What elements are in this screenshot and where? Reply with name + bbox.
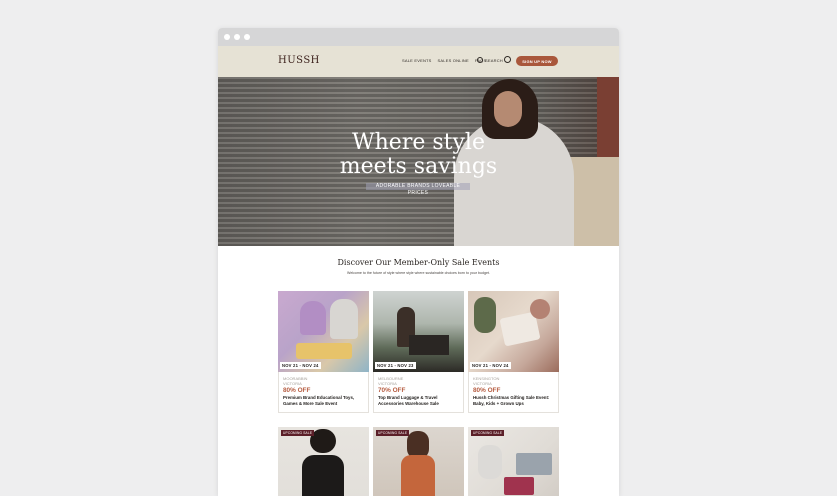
site-header: HUSSH SALE EVENTS SALES ONLINE FAQS SEAR… xyxy=(218,46,619,77)
event-image: NOV 21 - NOV 23 xyxy=(373,291,464,372)
upcoming-card[interactable]: UPCOMING SALE xyxy=(278,427,369,496)
event-image: NOV 21 - NOV 24 xyxy=(278,291,369,372)
account-icon[interactable] xyxy=(504,56,511,63)
hero-image-face xyxy=(494,91,522,127)
logo[interactable]: HUSSH xyxy=(278,55,320,66)
window-dot-icon[interactable] xyxy=(224,34,230,40)
hero-title-line: Where style xyxy=(352,130,485,155)
event-details: MOORABBIN VICTORIA 80% OFF Premium Brand… xyxy=(278,372,369,413)
nav-link-sale-events[interactable]: SALE EVENTS xyxy=(402,58,432,63)
event-image-child xyxy=(300,301,326,335)
search-button[interactable]: SEARCH xyxy=(477,57,503,63)
event-discount: 80% OFF xyxy=(283,387,311,394)
event-state: VICTORIA xyxy=(283,381,302,386)
event-image-table xyxy=(409,335,449,355)
search-label: SEARCH xyxy=(485,57,503,63)
upcoming-badge: UPCOMING SALE xyxy=(281,430,315,436)
section-title: Discover Our Member-Only Sale Events xyxy=(337,258,500,267)
event-image: NOV 21 - NOV 24 xyxy=(468,291,559,372)
event-discount: 70% OFF xyxy=(378,387,406,394)
event-card[interactable]: NOV 21 - NOV 24 KENSINGTON VICTORIA 80% … xyxy=(468,291,559,413)
event-date: NOV 21 - NOV 24 xyxy=(470,362,511,369)
search-icon xyxy=(477,57,483,63)
event-card[interactable]: NOV 21 - NOV 23 MELBOURNE VICTORIA 70% O… xyxy=(373,291,464,413)
event-state: VICTORIA xyxy=(473,381,492,386)
nav-link-sales-online[interactable]: SALES ONLINE xyxy=(438,58,469,63)
hero-banner: Where style meets savings ADORABLE BRAND… xyxy=(218,77,619,246)
event-description: Premium Brand Educational Toys, Games & … xyxy=(283,395,355,406)
upcoming-card[interactable]: UPCOMING SALE xyxy=(468,427,559,496)
event-date: NOV 21 - NOV 24 xyxy=(280,362,321,369)
upcoming-badge: UPCOMING SALE xyxy=(471,430,505,436)
upcoming-badge: UPCOMING SALE xyxy=(376,430,410,436)
upcoming-image: UPCOMING SALE xyxy=(278,427,369,496)
upcoming-image-tshirt xyxy=(302,455,344,496)
event-image-board-game xyxy=(296,343,352,359)
event-state: VICTORIA xyxy=(378,381,397,386)
event-description: Top Brand Luggage & Travel Accessories W… xyxy=(378,395,439,406)
hero-title-line: meets savings xyxy=(339,154,498,179)
upcoming-image-bag xyxy=(504,477,534,495)
event-image-greenery xyxy=(474,297,496,333)
window-dot-icon[interactable] xyxy=(244,34,250,40)
window-chrome xyxy=(218,28,619,46)
event-discount: 80% OFF xyxy=(473,387,501,394)
upcoming-card[interactable]: UPCOMING SALE xyxy=(373,427,464,496)
hero-subtitle: ADORABLE BRANDS LOVEABLE PRICES xyxy=(366,183,470,196)
upcoming-image: UPCOMING SALE xyxy=(373,427,464,496)
event-card[interactable]: NOV 21 - NOV 24 MOORABBIN VICTORIA 80% O… xyxy=(278,291,369,413)
hero-title: Where style meets savings xyxy=(218,131,619,179)
event-details: KENSINGTON VICTORIA 80% OFF Hussh Christ… xyxy=(468,372,559,413)
upcoming-image-person xyxy=(478,445,502,479)
event-image-adult xyxy=(330,299,358,339)
event-date: NOV 21 - NOV 23 xyxy=(375,362,416,369)
event-image-ornament xyxy=(530,299,550,319)
upcoming-image-dress xyxy=(401,455,435,496)
nav-links: SALE EVENTS SALES ONLINE FAQS xyxy=(402,58,486,63)
browser-window: HUSSH SALE EVENTS SALES ONLINE FAQS SEAR… xyxy=(218,28,619,496)
window-dot-icon[interactable] xyxy=(234,34,240,40)
event-details: MELBOURNE VICTORIA 70% OFF Top Brand Lug… xyxy=(373,372,464,413)
sign-up-button[interactable]: SIGN UP NOW xyxy=(516,56,558,66)
upcoming-image: UPCOMING SALE xyxy=(468,427,559,496)
upcoming-image-laptop xyxy=(516,453,552,475)
section-subtitle: Welcome to the future of style where sty… xyxy=(347,271,490,275)
event-description: Hussh Christmas Gifting Sale Event: Baby… xyxy=(473,395,550,406)
